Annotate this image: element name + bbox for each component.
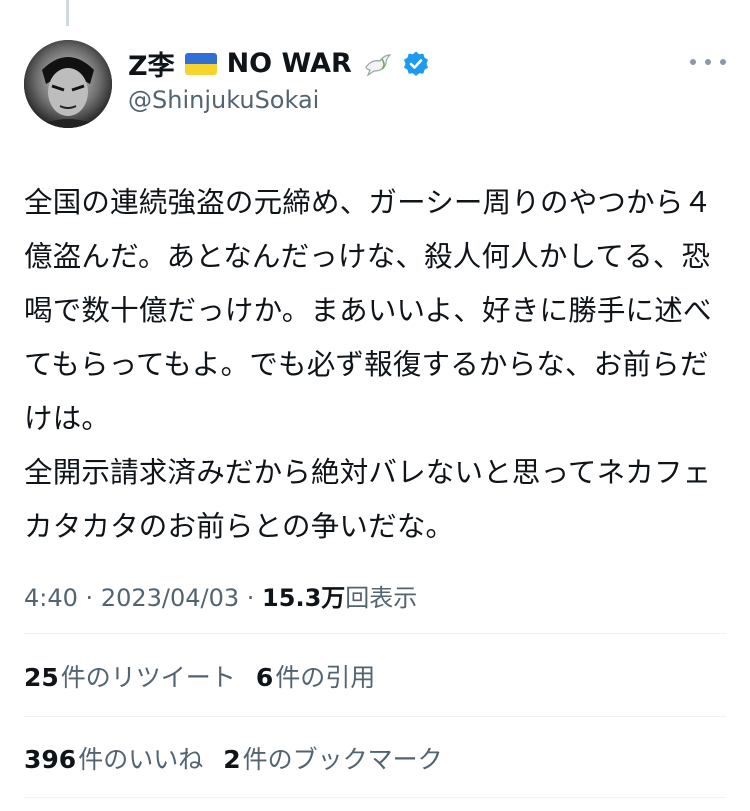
- author-display-suffix[interactable]: NO WAR: [227, 48, 352, 79]
- dove-icon: [365, 53, 392, 77]
- divider: [24, 716, 726, 717]
- thread-connector-line: [66, 0, 69, 26]
- author-name-row[interactable]: Z李 NO WAR: [128, 44, 430, 83]
- retweet-quote-stats: 25件のリツイート 6件の引用: [24, 658, 375, 694]
- retweets-label: 件のリツイート: [60, 663, 236, 692]
- likes-stat[interactable]: 396件のいいね: [24, 740, 203, 776]
- avatar-image: [24, 40, 112, 128]
- quotes-count: 6: [255, 663, 274, 692]
- tweet-time[interactable]: 4:40: [24, 584, 78, 612]
- like-bookmark-stats: 396件のいいね 2件のブックマーク: [24, 740, 443, 776]
- quotes-label: 件の引用: [275, 663, 376, 692]
- divider: [24, 797, 726, 798]
- verified-badge-icon: [403, 51, 428, 76]
- quotes-stat[interactable]: 6件の引用: [256, 658, 375, 694]
- meta-separator: ·: [246, 584, 263, 612]
- avatar[interactable]: [24, 40, 112, 128]
- likes-label: 件のいいね: [78, 745, 204, 774]
- bookmarks-stat[interactable]: 2件のブックマーク: [223, 740, 442, 776]
- ukraine-flag-icon: [184, 52, 217, 75]
- views-count: 15.3万: [262, 584, 346, 612]
- retweets-stat[interactable]: 25件のリツイート: [24, 658, 236, 694]
- likes-count: 396: [24, 745, 77, 774]
- bookmarks-count: 2: [223, 745, 241, 774]
- more-options-icon[interactable]: [690, 50, 726, 74]
- author-handle[interactable]: @ShinjukuSokai: [128, 86, 319, 114]
- retweets-count: 25: [24, 663, 59, 692]
- author-display-name[interactable]: Z李: [128, 44, 175, 83]
- tweet-text: 全国の連続強盗の元締め、ガーシー周りのやつから４億盗んだ。あとなんだっけな、殺人…: [24, 186, 713, 543]
- views-label: 回表示: [345, 584, 418, 612]
- tweet-meta: 4:40 · 2023/04/03 · 15.3万回表示: [24, 578, 417, 613]
- bookmarks-label: 件のブックマーク: [242, 745, 443, 774]
- divider: [24, 633, 726, 634]
- meta-separator: ·: [85, 584, 101, 612]
- tweet-date[interactable]: 2023/04/03: [101, 584, 239, 612]
